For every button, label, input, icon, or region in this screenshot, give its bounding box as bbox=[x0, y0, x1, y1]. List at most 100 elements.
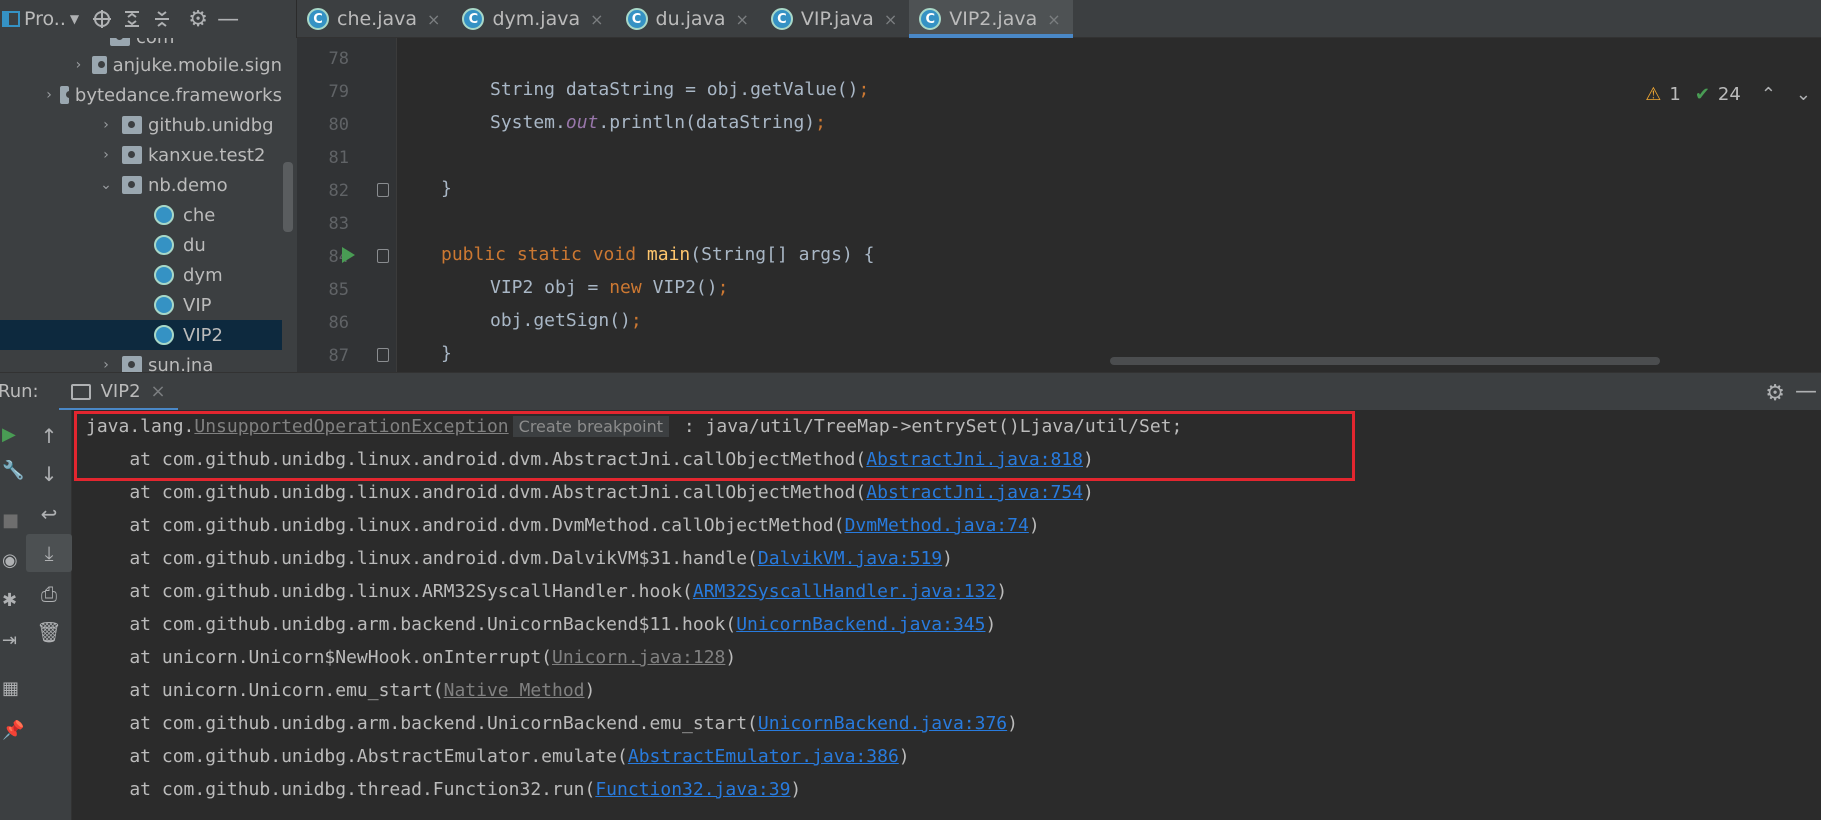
tree-item-class-selected[interactable]: VIP2 bbox=[0, 320, 282, 350]
gear-icon[interactable]: ⚙ bbox=[1765, 381, 1785, 406]
class-icon bbox=[154, 265, 174, 285]
pin-icon[interactable]: 📌 bbox=[2, 720, 24, 741]
editor-horizontal-scrollbar[interactable] bbox=[1110, 357, 1660, 365]
tree-item-class[interactable]: che bbox=[0, 200, 282, 230]
frame-close: ) bbox=[942, 548, 953, 569]
rerun-icon[interactable]: ▶ bbox=[2, 424, 16, 445]
stack-frame: at com.github.unidbg.linux.android.dvm.A… bbox=[86, 482, 1094, 503]
chevron-right-icon[interactable]: › bbox=[71, 57, 86, 73]
tree-item-package[interactable]: › anjuke.mobile.sign bbox=[0, 50, 282, 80]
run-gutter-icon[interactable] bbox=[342, 247, 355, 263]
arrow-up-icon[interactable]: ↑ bbox=[26, 424, 72, 448]
tree-item-label: che bbox=[183, 204, 216, 226]
fold-marker-icon[interactable] bbox=[377, 183, 389, 197]
collapse-all-icon[interactable] bbox=[147, 0, 177, 38]
settings-icon[interactable]: ✱ bbox=[2, 590, 17, 611]
line-number: 78 bbox=[328, 49, 349, 69]
source-link[interactable]: Unicorn.java:128 bbox=[552, 647, 725, 668]
chevron-right-icon[interactable]: › bbox=[96, 147, 116, 163]
tree-item-label: github.unidbg bbox=[148, 114, 274, 136]
close-icon[interactable]: × bbox=[427, 10, 440, 29]
class-icon: C bbox=[307, 8, 329, 30]
source-link[interactable]: UnicornBackend.java:376 bbox=[758, 713, 1007, 734]
run-tab-vip2[interactable]: VIP2 × bbox=[58, 373, 178, 411]
code-line: } bbox=[441, 343, 452, 364]
stack-frame: at com.github.unidbg.linux.ARM32SyscallH… bbox=[86, 581, 1007, 602]
wrench-icon[interactable]: 🔧 bbox=[2, 460, 24, 481]
minimize-icon[interactable]: — bbox=[213, 0, 243, 38]
tree-item-package[interactable]: › kanxue.test2 bbox=[0, 140, 282, 170]
trash-icon[interactable]: 🗑 bbox=[26, 620, 72, 644]
expand-all-icon[interactable] bbox=[117, 0, 147, 38]
camera-icon[interactable]: ◉ bbox=[2, 550, 18, 571]
frame-close: ) bbox=[790, 779, 802, 800]
tab-che-java[interactable]: C che.java × bbox=[297, 0, 452, 38]
source-link[interactable]: ARM32SyscallHandler.java:132 bbox=[693, 581, 996, 602]
class-icon: C bbox=[770, 8, 793, 30]
layout-icon[interactable]: ▦ bbox=[2, 678, 19, 699]
exit-icon[interactable]: ⇥ bbox=[2, 630, 17, 651]
tree-item-package[interactable]: › sun.jna bbox=[0, 350, 282, 372]
chevron-down-icon[interactable]: ⌄ bbox=[96, 177, 116, 193]
class-icon: C bbox=[919, 8, 942, 30]
fold-marker-icon[interactable] bbox=[377, 348, 389, 362]
tree-item-package[interactable]: ⌄ nb.demo bbox=[0, 170, 282, 200]
source-link[interactable]: AbstractJni.java:754 bbox=[866, 482, 1083, 503]
tab-vip2-java[interactable]: C VIP2.java × bbox=[909, 0, 1074, 38]
close-icon[interactable]: × bbox=[590, 10, 603, 29]
code-editor[interactable]: String dataString = obj.getValue(); Syst… bbox=[398, 38, 1821, 372]
project-view-label[interactable]: Pro.. bbox=[24, 8, 66, 30]
chevron-down-icon[interactable]: ▼ bbox=[70, 12, 79, 26]
line-number: 83 bbox=[328, 214, 349, 234]
source-link[interactable]: DalvikVM.java:519 bbox=[758, 548, 942, 569]
close-icon[interactable]: × bbox=[735, 10, 748, 29]
tree-item-class[interactable]: du bbox=[0, 230, 282, 260]
tree-item-package[interactable]: › github.unidbg bbox=[0, 110, 282, 140]
inspection-widget[interactable]: ⚠ 1 ✔ 24 ⌃ ⌄ bbox=[1645, 84, 1811, 105]
source-link[interactable]: Function32.java:39 bbox=[595, 779, 790, 800]
class-icon bbox=[154, 205, 174, 225]
package-icon bbox=[91, 56, 107, 74]
code-line: String dataString = obj.getValue(); bbox=[490, 79, 870, 100]
tree-item-class[interactable]: dym bbox=[0, 260, 282, 290]
soft-wrap-icon[interactable]: ↩ bbox=[26, 502, 72, 526]
close-icon[interactable]: × bbox=[151, 381, 166, 402]
top-bar: Pro.. ▼ ⚙ — C che.java × C dym.java × C … bbox=[0, 0, 1821, 38]
close-icon[interactable]: × bbox=[884, 10, 897, 29]
tab-label: dym.java bbox=[492, 8, 581, 30]
scroll-to-end-icon[interactable]: ⤓ bbox=[26, 534, 72, 572]
tree-item-label: nb.demo bbox=[148, 174, 228, 196]
project-icon[interactable] bbox=[0, 0, 22, 38]
chevron-right-icon[interactable]: › bbox=[44, 87, 53, 103]
print-icon[interactable]: ⎙ bbox=[26, 582, 72, 606]
line-number: 87 bbox=[328, 346, 349, 366]
tree-scrollbar[interactable] bbox=[283, 162, 293, 232]
source-link[interactable]: AbstractEmulator.java:386 bbox=[628, 746, 899, 767]
code-line: public static void main(String[] args) { bbox=[441, 244, 875, 265]
tree-item-class[interactable]: VIP bbox=[0, 290, 282, 320]
close-icon[interactable]: × bbox=[1047, 10, 1060, 29]
stack-frame: at com.github.unidbg.thread.Function32.r… bbox=[86, 779, 801, 800]
chevron-up-icon[interactable]: ⌃ bbox=[1761, 84, 1776, 105]
chevron-right-icon[interactable]: › bbox=[96, 117, 116, 133]
tab-vip-java[interactable]: C VIP.java × bbox=[761, 0, 909, 38]
arrow-down-icon[interactable]: ↓ bbox=[26, 462, 72, 486]
tab-label: du.java bbox=[655, 8, 726, 30]
fold-marker-icon[interactable] bbox=[377, 249, 389, 263]
gear-icon[interactable]: ⚙ bbox=[183, 0, 213, 38]
tab-du-java[interactable]: C du.java × bbox=[616, 0, 761, 38]
run-label: Run: bbox=[0, 381, 39, 402]
stop-icon[interactable]: ■ bbox=[2, 510, 19, 531]
source-link[interactable]: UnicornBackend.java:345 bbox=[736, 614, 985, 635]
run-panel-header: Run: VIP2 × ⚙ — bbox=[0, 372, 1821, 411]
chevron-down-icon[interactable]: ⌄ bbox=[1796, 84, 1811, 105]
minimize-icon[interactable]: — bbox=[1795, 379, 1817, 404]
stack-frame: at com.github.unidbg.AbstractEmulator.em… bbox=[86, 746, 909, 767]
tab-dym-java[interactable]: C dym.java × bbox=[452, 0, 615, 38]
line-number: 86 bbox=[328, 313, 349, 333]
source-link[interactable]: DvmMethod.java:74 bbox=[845, 515, 1029, 536]
source-link[interactable]: Native Method bbox=[444, 680, 585, 701]
tree-item-package[interactable]: › bytedance.frameworks bbox=[0, 80, 282, 110]
target-icon[interactable] bbox=[87, 0, 117, 38]
chevron-right-icon[interactable]: › bbox=[96, 357, 116, 372]
